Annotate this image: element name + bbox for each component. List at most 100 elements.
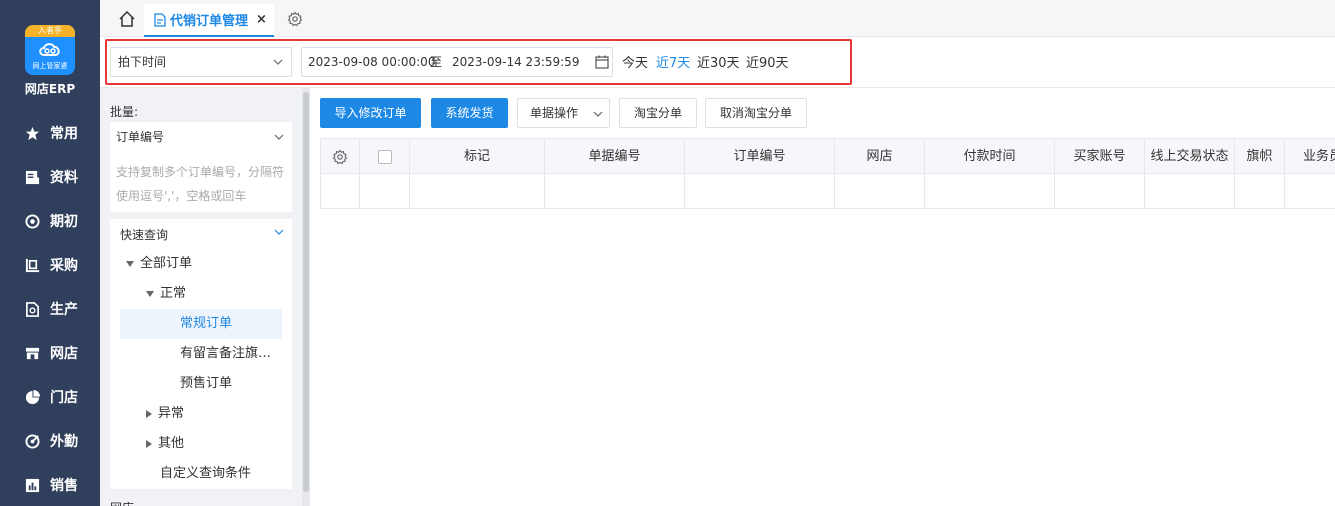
tree-node-regular-orders[interactable]: 常规订单 [120, 309, 282, 339]
col-header-flag[interactable]: 旗帜 [1235, 138, 1285, 174]
chevron-down-icon[interactable] [274, 228, 284, 236]
quick-range-today[interactable]: 今天 [622, 52, 648, 71]
quick-range-30days[interactable]: 近30天 [697, 52, 740, 71]
system-ship-button[interactable]: 系统发货 [431, 98, 508, 128]
table-cell [545, 174, 685, 209]
date-range-picker[interactable]: 2023-09-08 00:00:00 至 2023-09-14 23:59:5… [301, 47, 613, 77]
batch-field-select[interactable]: 订单编号 [110, 122, 292, 152]
date-filter-bar: 拍下时间 2023-09-08 00:00:00 至 2023-09-14 23… [100, 37, 1335, 88]
nav-item-common[interactable]: 常用 [24, 121, 100, 145]
table-cell [925, 174, 1055, 209]
logo-badge: 入者手 [25, 25, 75, 37]
nav-item-shop[interactable]: 门店 [24, 385, 100, 409]
tab-consignment-orders[interactable]: 代销订单管理 × [144, 4, 274, 37]
tree-node-other[interactable]: 其他 [146, 429, 184, 459]
tree-node-normal[interactable]: 正常 [146, 279, 186, 309]
home-icon[interactable] [118, 10, 136, 28]
tree-label: 正常 [160, 286, 187, 301]
nav-item-data[interactable]: 资料 [24, 165, 100, 189]
nav-item-production[interactable]: 生产 [24, 297, 100, 321]
nav-item-purchase[interactable]: 采购 [24, 253, 100, 277]
table-cell [1055, 174, 1145, 209]
col-header-mark[interactable]: 标记 [410, 138, 545, 174]
panel-scrollbar[interactable] [302, 88, 310, 506]
filter-panel: 批量: 订单编号 支持复制多个订单编号，分隔符使用逗号','，空格或回车 快速查… [100, 88, 300, 506]
tab-bar: 代销订单管理 × [100, 0, 1335, 37]
tree-node-flagged[interactable]: 有留言备注旗… [180, 339, 271, 369]
cancel-taobao-split-button[interactable]: 取消淘宝分单 [705, 98, 807, 128]
taobao-split-button[interactable]: 淘宝分单 [619, 98, 697, 128]
batch-input[interactable]: 支持复制多个订单编号，分隔符使用逗号','，空格或回车 [110, 152, 292, 212]
table-cell [1145, 174, 1235, 209]
fieldwork-icon [24, 433, 40, 449]
col-header-store[interactable]: 网店 [835, 138, 925, 174]
col-header-salesperson[interactable]: 业务员 [1285, 138, 1335, 174]
main-content: 导入修改订单 系统发货 单据操作 淘宝分单 取消淘宝分单 标记 单据编号 订单编… [310, 88, 1335, 506]
cloud-icon [39, 43, 60, 56]
tree-node-all-orders[interactable]: 全部订单 [126, 249, 192, 279]
table-cell [1285, 174, 1335, 209]
tree-label: 预售订单 [180, 376, 233, 391]
app-logo[interactable]: 入者手 网上管家婆 [25, 25, 75, 75]
col-header-doc-no[interactable]: 单据编号 [545, 138, 685, 174]
caret-right-icon[interactable] [146, 439, 152, 448]
tree-node-custom-query[interactable]: 自定义查询条件 [160, 459, 251, 489]
nav-item-field[interactable]: 外勤 [24, 429, 100, 453]
nav-label: 期初 [50, 214, 78, 230]
chevron-down-icon [273, 59, 283, 65]
quick-query-box: 快速查询 全部订单 正常 常规订单 有留言备注旗… 预售订单 异常 其他 自定义… [110, 219, 292, 489]
star-icon [24, 125, 40, 141]
select-all-checkbox[interactable] [377, 149, 392, 164]
left-nav: 入者手 网上管家婆 网店ERP 常用 资料 期初 采购 生产 网店 门店 外勤 [0, 0, 100, 506]
col-header-buyer[interactable]: 买家账号 [1055, 138, 1145, 174]
bar-chart-icon [24, 477, 40, 493]
gear-icon[interactable] [332, 149, 348, 165]
col-header-pay-time[interactable]: 付款时间 [925, 138, 1055, 174]
time-type-select[interactable]: 拍下时间 [110, 47, 292, 77]
nav-item-store[interactable]: 网店 [24, 341, 100, 365]
nav-label: 生产 [50, 302, 78, 318]
table-settings-cell[interactable] [320, 138, 360, 174]
chevron-down-icon [593, 111, 603, 117]
tab-label: 代销订单管理 [170, 14, 249, 29]
production-icon [24, 301, 40, 317]
tree-label: 异常 [158, 406, 185, 421]
nav-label: 外勤 [50, 434, 78, 450]
batch-label: 批量: [110, 105, 139, 119]
nav-label: 销售 [50, 478, 78, 494]
caret-down-icon[interactable] [146, 290, 154, 297]
import-modify-button[interactable]: 导入修改订单 [320, 98, 421, 128]
nav-label: 采购 [50, 258, 78, 274]
tree-node-abnormal[interactable]: 异常 [146, 399, 184, 429]
caret-right-icon[interactable] [146, 409, 152, 418]
quick-range-7days[interactable]: 近7天 [656, 52, 690, 71]
nav-item-sales[interactable]: 销售 [24, 473, 100, 497]
table-cell [320, 174, 360, 209]
close-icon[interactable]: × [256, 12, 267, 27]
scrollbar-thumb[interactable] [303, 92, 309, 492]
time-type-value: 拍下时间 [118, 55, 167, 69]
tree-label: 常规订单 [180, 316, 233, 331]
batch-box: 订单编号 支持复制多个订单编号，分隔符使用逗号','，空格或回车 [110, 122, 292, 212]
purchase-icon [24, 257, 40, 273]
col-header-order-no[interactable]: 订单编号 [685, 138, 835, 174]
nav-label: 常用 [50, 126, 78, 142]
nav-label: 资料 [50, 170, 78, 186]
tree-label: 全部订单 [140, 256, 193, 271]
target-icon [24, 213, 40, 229]
nav-item-opening[interactable]: 期初 [24, 209, 100, 233]
document-icon [24, 169, 40, 185]
table-cell [835, 174, 925, 209]
quick-range-90days[interactable]: 近90天 [746, 52, 789, 71]
gear-icon[interactable] [287, 11, 303, 27]
tree-label: 其他 [158, 436, 185, 451]
table-cell [360, 174, 410, 209]
tree-label: 有留言备注旗… [180, 346, 272, 361]
tree-node-presale[interactable]: 预售订单 [180, 369, 232, 399]
calendar-icon[interactable] [595, 55, 609, 69]
caret-down-icon[interactable] [126, 260, 134, 267]
quick-query-title: 快速查询 [120, 228, 169, 242]
range-end: 2023-09-14 23:59:59 [452, 55, 580, 69]
document-ops-dropdown[interactable]: 单据操作 [517, 98, 610, 128]
col-header-online-status[interactable]: 线上交易状态 [1145, 138, 1235, 174]
